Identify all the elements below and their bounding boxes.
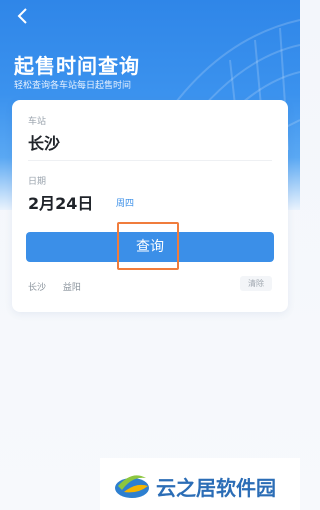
clear-history-button[interactable]: 清除 — [240, 276, 272, 291]
weekday-label: 周四 — [116, 199, 135, 209]
page-title: 起售时间查询 — [14, 54, 140, 78]
highlight-box — [117, 222, 179, 270]
divider — [28, 160, 272, 161]
history-item-changsha[interactable]: 长沙 — [28, 283, 46, 293]
watermark-text: 云之居软件园 — [156, 476, 276, 500]
query-card: 车站 长沙 日期 2月24日 周四 查询 长沙 益阳 清除 — [12, 100, 288, 312]
back-button[interactable] — [14, 6, 34, 26]
chevron-left-icon — [17, 8, 27, 24]
date-label: 日期 — [28, 177, 47, 187]
watermark-logo-icon — [115, 475, 149, 498]
history-list: 长沙 益阳 — [28, 280, 95, 293]
page-subtitle: 轻松查询各车站每日起售时间 — [14, 81, 132, 91]
watermark: 云之居软件园 — [100, 458, 300, 510]
date-field[interactable]: 2月24日 — [28, 190, 93, 214]
history-item-yiyang[interactable]: 益阳 — [63, 283, 81, 293]
station-field[interactable]: 长沙 — [28, 130, 60, 154]
station-label: 车站 — [28, 117, 47, 127]
